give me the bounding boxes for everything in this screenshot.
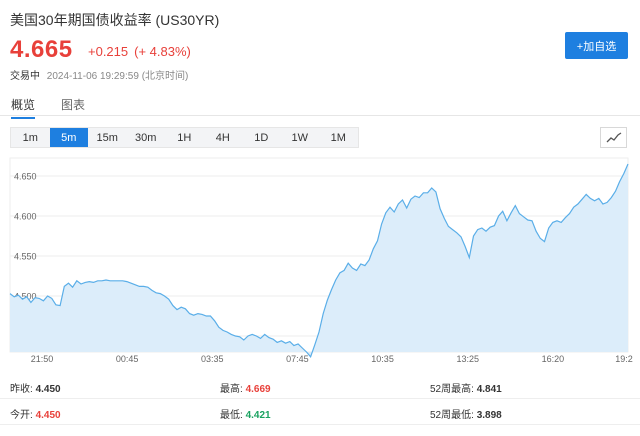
stat-52w-low: 52周最低: 3.898 <box>430 410 502 421</box>
stat-high: 最高: 4.669 <box>220 384 271 395</box>
timestamp: 2024-11-06 19:29:59 <box>46 71 139 82</box>
current-price: 4.665 <box>10 36 73 63</box>
price-change: +0.215 (+ 4.83%) <box>88 44 197 59</box>
add-watchlist-button[interactable]: +加自选 <box>565 32 628 59</box>
period-1m[interactable]: 1m <box>11 128 50 147</box>
change-value: +0.215 <box>88 44 129 59</box>
stat-low: 最低: 4.421 <box>220 410 271 421</box>
chart-type-toggle[interactable] <box>600 127 627 148</box>
x-tick-label: 03:35 <box>201 354 224 364</box>
page-title: 美国30年期国债收益率 (US30YR) <box>10 12 220 28</box>
tab-overview[interactable]: 概览 <box>11 96 36 119</box>
x-tick-label: 00:45 <box>116 354 139 364</box>
series-area <box>10 164 628 357</box>
period-1d[interactable]: 1D <box>242 128 281 147</box>
tab-bar: 概览 图表 <box>0 96 640 119</box>
status-badge: 交易中 <box>10 71 40 82</box>
trading-status: 交易中 2024-11-06 19:29:59 (北京时间) <box>10 67 188 82</box>
stats-row-2: 今开: 4.450 最低: 4.421 52周最低: 3.898 <box>0 399 640 425</box>
y-tick-label: 4.550 <box>14 252 37 262</box>
timezone: (北京时间) <box>141 71 189 82</box>
x-tick-label: 07:45 <box>286 354 309 364</box>
period-1w[interactable]: 1W <box>281 128 320 147</box>
period-1h[interactable]: 1H <box>165 128 204 147</box>
x-tick-label: 13:25 <box>456 354 479 364</box>
x-tick-label: 19:2 <box>615 354 633 364</box>
period-4h[interactable]: 4H <box>204 128 243 147</box>
x-tick-label: 21:50 <box>31 354 54 364</box>
period-30m[interactable]: 30m <box>127 128 166 147</box>
line-chart-icon <box>606 131 621 142</box>
period-5m[interactable]: 5m <box>49 128 88 147</box>
period-1mo[interactable]: 1M <box>319 128 358 147</box>
change-percent: (+ 4.83%) <box>134 44 191 59</box>
stat-52w-high: 52周最高: 4.841 <box>430 384 502 395</box>
y-tick-label: 4.650 <box>14 172 37 182</box>
stat-prev-close: 昨收: 4.450 <box>10 384 61 395</box>
price-chart[interactable]: 4.6504.6004.5504.5004.45021:5000:4503:35… <box>0 156 640 366</box>
period-selector: 1m 5m 15m 30m 1H 4H 1D 1W 1M <box>10 127 359 148</box>
period-15m[interactable]: 15m <box>88 128 127 147</box>
stats-row-1: 昨收: 4.450 最高: 4.669 52周最高: 4.841 <box>0 373 640 399</box>
x-tick-label: 16:20 <box>542 354 565 364</box>
tab-chart[interactable]: 图表 <box>61 96 85 117</box>
y-tick-label: 4.600 <box>14 212 37 222</box>
stat-open: 今开: 4.450 <box>10 410 61 421</box>
x-tick-label: 10:35 <box>371 354 394 364</box>
